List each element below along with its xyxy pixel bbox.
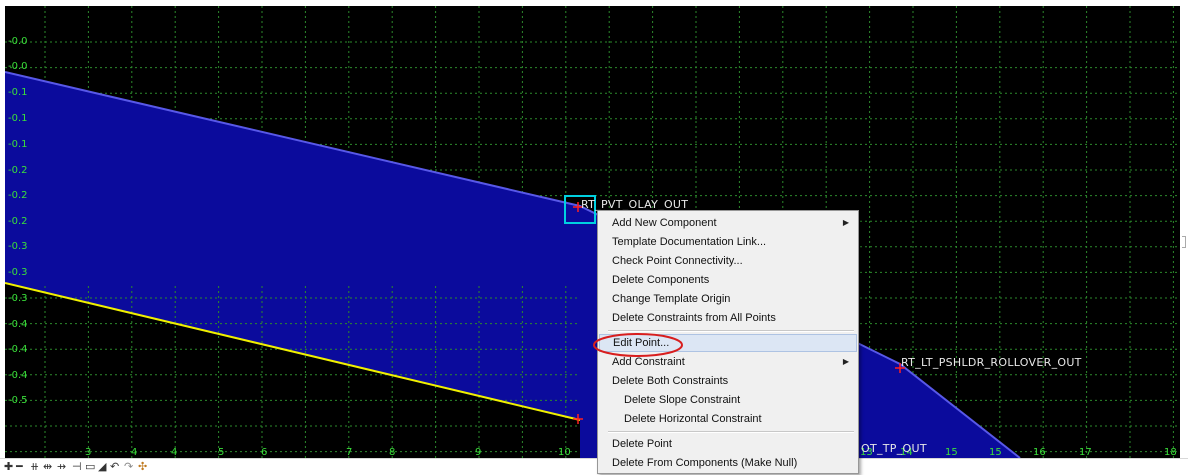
x-tick-label: 8 [389, 447, 396, 458]
y-tick-label: -0.4 [8, 344, 28, 355]
submenu-arrow-icon: ▶ [842, 218, 849, 227]
x-tick-label: 17 [1079, 447, 1092, 458]
zoom-in-icon[interactable]: ⇹ [43, 460, 52, 473]
y-tick-label: -0.4 [8, 319, 28, 330]
y-tick-label: -0.1 [8, 87, 28, 98]
menu-item-label: Change Template Origin [612, 293, 731, 305]
x-tick-label: 18 [1164, 447, 1177, 458]
x-tick-label: 6 [261, 447, 268, 458]
point-label-rt-lt-pshldr-rollover-out[interactable]: RT_LT_PSHLDR_ROLLOVER_OUT [901, 356, 1082, 369]
scroll-edge-marker [1182, 236, 1186, 248]
fit-icon[interactable]: ⊣ [72, 460, 82, 473]
x-tick-label: 4 [131, 447, 138, 458]
submenu-arrow-icon: ▶ [842, 357, 849, 366]
window-icon[interactable]: ▭ [85, 460, 95, 473]
x-tick-label: 16 [1033, 447, 1046, 458]
menu-item-label: Add New Component [612, 217, 717, 229]
menu-item-label: Delete Slope Constraint [624, 394, 741, 406]
y-tick-label: -0.2 [8, 216, 28, 227]
y-tick-label: -0.1 [8, 139, 28, 150]
y-tick-label: -0.4 [8, 370, 28, 381]
template-drawing[interactable] [5, 6, 1180, 458]
template-view-canvas[interactable]: -0.0 -0.0 -0.1 -0.1 -0.1 -0.2 -0.2 -0.2 … [5, 6, 1180, 458]
menu-item-delete-components[interactable]: Delete Components [599, 271, 857, 289]
menu-item-delete-horizontal-constraint[interactable]: Delete Horizontal Constraint [599, 410, 857, 428]
pan-icon[interactable]: ⧺ [30, 460, 39, 473]
y-tick-label: -0.2 [8, 190, 28, 201]
measure-icon[interactable]: ↷ [124, 460, 133, 473]
y-tick-label: -0.5 [8, 395, 28, 406]
x-tick-label: 3 [85, 447, 92, 458]
y-tick-label: -0.2 [8, 165, 28, 176]
menu-item-delete-constraints-all-points[interactable]: Delete Constraints from All Points [599, 309, 857, 327]
zoom-out-icon[interactable]: ⇸ [57, 460, 66, 473]
y-tick-label: -0.3 [8, 241, 28, 252]
annotation-ellipse [593, 333, 683, 357]
subtract-icon[interactable]: ━ [16, 460, 23, 473]
menu-item-template-documentation-link[interactable]: Template Documentation Link... [599, 233, 857, 251]
y-tick-label: -0.0 [8, 36, 28, 47]
menu-item-change-template-origin[interactable]: Change Template Origin [599, 290, 857, 308]
y-tick-label: -0.0 [8, 61, 28, 72]
scroll-left-icon[interactable]: ✣ [138, 460, 147, 473]
menu-item-delete-both-constraints[interactable]: Delete Both Constraints [599, 372, 857, 390]
x-tick-label: 4 [171, 447, 178, 458]
menu-item-label: Delete Components [612, 274, 710, 286]
add-icon[interactable]: ✚ [4, 460, 13, 473]
x-tick-label: 9 [475, 447, 482, 458]
menu-item-label: Delete From Components (Make Null) [612, 457, 798, 469]
undo-icon[interactable]: ◢ [98, 460, 106, 473]
menu-item-label: Delete Both Constraints [612, 375, 729, 387]
y-tick-label: -0.3 [8, 267, 28, 278]
menu-item-delete-from-components[interactable]: Delete From Components (Make Null) [599, 454, 857, 472]
menu-item-label: Check Point Connectivity... [612, 255, 743, 267]
menu-item-label: Template Documentation Link... [612, 236, 767, 248]
redo-icon[interactable]: ↶ [110, 460, 119, 473]
x-tick-label: 15 [989, 447, 1002, 458]
menu-item-add-new-component[interactable]: Add New Component ▶ [599, 214, 857, 232]
y-tick-label: -0.3 [8, 293, 28, 304]
menu-item-label: Delete Point [612, 438, 672, 450]
point-label-partial[interactable]: OT_TP_OUT [861, 442, 927, 455]
y-tick-label: -0.1 [8, 113, 28, 124]
menu-item-check-point-connectivity[interactable]: Check Point Connectivity... [599, 252, 857, 270]
x-tick-label: 5 [218, 447, 225, 458]
x-tick-label: 10 [558, 447, 571, 458]
view-toolbar: ✚ ━ ⧺ ⇹ ⇸ ⊣ ▭ ◢ ↶ ↷ ✣ [0, 458, 1188, 475]
menu-separator [608, 431, 854, 433]
menu-item-label: Delete Horizontal Constraint [624, 413, 762, 425]
x-tick-label: 7 [346, 447, 353, 458]
menu-item-label: Delete Constraints from All Points [612, 312, 776, 324]
x-tick-label: 15 [945, 447, 958, 458]
menu-item-delete-point[interactable]: Delete Point [599, 435, 857, 453]
menu-item-delete-slope-constraint[interactable]: Delete Slope Constraint [599, 391, 857, 409]
